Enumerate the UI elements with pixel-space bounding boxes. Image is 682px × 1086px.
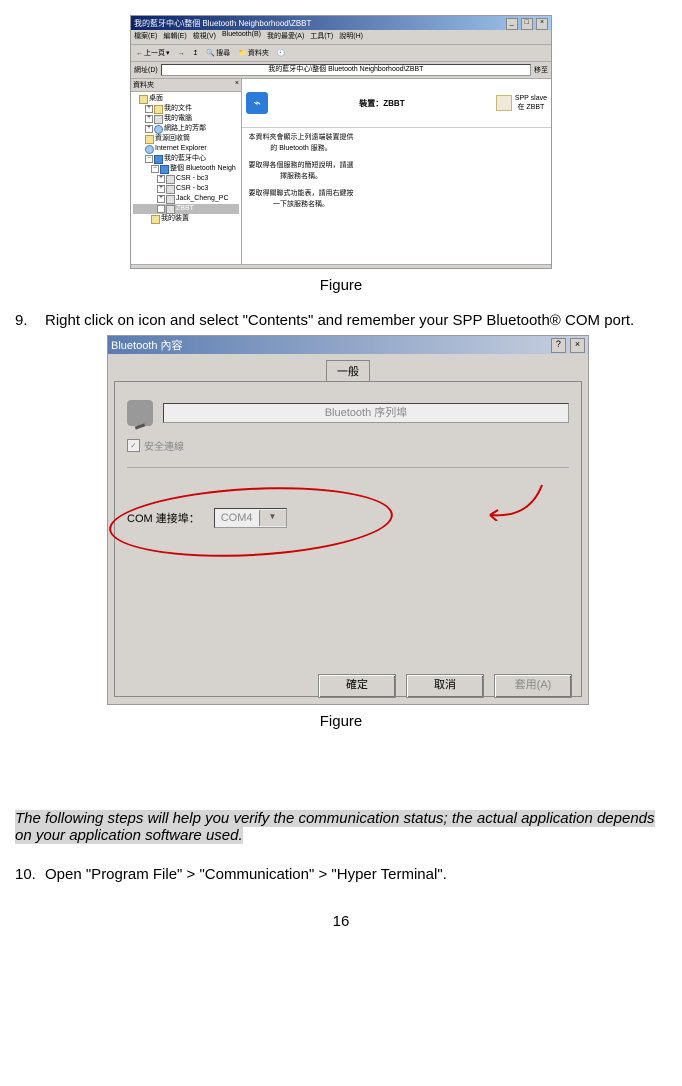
content-panel: ⌁ 裝置：ZBBT SPP slave 在 ZBBT 本資料夾會顯示上列遠端裝置… — [242, 79, 551, 264]
status-bar: 正在連接前使用虛擬 COM 連接埠的 4 到 ZBBT — [131, 264, 551, 269]
step-10-text: Open "Program File" > "Communication" > … — [45, 866, 667, 883]
spp-slave-icon — [496, 95, 512, 111]
tab-row: 一般 — [108, 354, 588, 381]
folders-panel: 資料夾× 桌面 +我的文件 +我的電腦 +網路上的芳鄰 資源回收筒 Intern… — [131, 79, 242, 264]
menu-help[interactable]: 說明(H) — [339, 31, 363, 43]
tree-mycomp[interactable]: +我的電腦 — [133, 114, 239, 124]
address-input[interactable]: 我的藍牙中心\整個 Bluetooth Neighborhood\ZBBT — [161, 64, 531, 76]
dialog-title: Bluetooth 內容 — [111, 337, 183, 353]
address-bar: 網址(D) 我的藍牙中心\整個 Bluetooth Neighborhood\Z… — [131, 62, 551, 79]
dialog-buttons: 確定 取消 套用(A) — [114, 674, 582, 698]
content-header: ⌁ 裝置：ZBBT SPP slave 在 ZBBT — [242, 79, 551, 128]
main-area: 資料夾× 桌面 +我的文件 +我的電腦 +網路上的芳鄰 資源回收筒 Intern… — [131, 79, 551, 264]
tree-network[interactable]: +網路上的芳鄰 — [133, 124, 239, 134]
tree-csr1[interactable]: +CSR - bc3 — [133, 174, 239, 184]
toolbar: ← 上一頁 ▾ → ↥ 🔍 搜尋 📁 資料夾 🕘 — [131, 45, 551, 62]
step-9: 9. Right click on icon and select "Conte… — [15, 312, 667, 329]
tree-csr2[interactable]: +CSR - bc3 — [133, 184, 239, 194]
red-highlight-ellipse — [107, 481, 394, 564]
tree-ie[interactable]: Internet Explorer — [133, 144, 239, 154]
tree-desktop[interactable]: 桌面 — [133, 94, 239, 104]
help-button[interactable]: ? — [551, 338, 566, 353]
bluetooth-icon: ⌁ — [246, 92, 268, 114]
dialog-controls: ? × — [550, 338, 585, 353]
close-button[interactable]: × — [570, 338, 585, 353]
secure-checkbox-label: 安全連線 — [144, 438, 184, 453]
menu-view[interactable]: 檢視(V) — [193, 31, 216, 43]
folders-panel-title: 資料夾× — [131, 79, 241, 92]
step-10-number: 10. — [15, 866, 45, 883]
tree-mydev[interactable]: 我的裝置 — [133, 214, 239, 224]
explorer-window: 我的藍牙中心\整個 Bluetooth Neighborhood\ZBBT _ … — [130, 15, 552, 269]
step-9-number: 9. — [15, 312, 45, 329]
search-button[interactable]: 🔍 搜尋 — [204, 48, 232, 58]
status-text: 正在連接前使用虛擬 COM 連接埠的 4 到 ZBBT — [134, 267, 280, 269]
secure-checkbox-row: ✓ 安全連線 — [127, 438, 569, 453]
window-controls: _ □ × — [505, 17, 548, 30]
content-body: 本資料夾會顯示上列遠端裝置提供的 Bluetooth 服務。 要取得各個服務的簡… — [242, 128, 551, 264]
spp-slave-block[interactable]: SPP slave 在 ZBBT — [496, 95, 547, 112]
menu-fav[interactable]: 我的最愛(A) — [267, 31, 304, 43]
tree-btneigh[interactable]: −整個 Bluetooth Neigh — [133, 164, 239, 174]
name-field-row: Bluetooth 序列埠 — [127, 400, 569, 426]
up-button[interactable]: ↥ — [191, 49, 201, 57]
red-arrow-annotation — [482, 481, 546, 521]
apply-button[interactable]: 套用(A) — [494, 674, 572, 698]
figure-1-screenshot: 我的藍牙中心\整個 Bluetooth Neighborhood\ZBBT _ … — [15, 15, 667, 273]
properties-dialog: Bluetooth 內容 ? × 一般 Bluetooth 序列埠 ✓ 安全連線… — [107, 335, 589, 705]
tree-zbbt[interactable]: +ZBBT — [133, 204, 239, 214]
menu-bar: 檔案(E) 編輯(E) 檢視(V) Bluetooth(B) 我的最愛(A) 工… — [131, 30, 551, 45]
content-text-1: 本資料夾會顯示上列遠端裝置提供的 Bluetooth 服務。 — [246, 132, 356, 154]
window-titlebar: 我的藍牙中心\整個 Bluetooth Neighborhood\ZBBT _ … — [131, 16, 551, 30]
go-button[interactable]: 移至 — [534, 65, 548, 75]
cancel-button[interactable]: 取消 — [406, 674, 484, 698]
content-text-3: 要取得關聯式功能表，請用右鍵按一下該服務名稱。 — [246, 188, 356, 210]
menu-file[interactable]: 檔案(E) — [134, 31, 157, 43]
close-button[interactable]: × — [536, 18, 548, 30]
folder-tree[interactable]: 桌面 +我的文件 +我的電腦 +網路上的芳鄰 資源回收筒 Internet Ex… — [131, 92, 241, 264]
figure-2-caption: Figure — [15, 713, 667, 730]
note-text: The following steps will help you verify… — [15, 810, 655, 844]
address-label: 網址(D) — [134, 65, 158, 75]
menu-edit[interactable]: 編輯(E) — [163, 31, 186, 43]
menu-bluetooth[interactable]: Bluetooth(B) — [222, 31, 261, 43]
minimize-button[interactable]: _ — [506, 18, 518, 30]
secure-checkbox[interactable]: ✓ — [127, 439, 140, 452]
tree-btcenter[interactable]: −我的藍牙中心 — [133, 154, 239, 164]
page-number: 16 — [15, 913, 667, 930]
figure-2-screenshot: Bluetooth 內容 ? × 一般 Bluetooth 序列埠 ✓ 安全連線… — [15, 335, 667, 709]
divider — [127, 467, 569, 468]
ok-button[interactable]: 確定 — [318, 674, 396, 698]
step-10: 10. Open "Program File" > "Communication… — [15, 866, 667, 883]
name-field[interactable]: Bluetooth 序列埠 — [163, 403, 569, 423]
tab-body: Bluetooth 序列埠 ✓ 安全連線 COM 連接埠： COM4 ▼ — [114, 381, 582, 697]
window-title: 我的藍牙中心\整個 Bluetooth Neighborhood\ZBBT — [134, 18, 311, 29]
tree-recycle[interactable]: 資源回收筒 — [133, 134, 239, 144]
pane-close-icon[interactable]: × — [235, 80, 239, 90]
maximize-button[interactable]: □ — [521, 18, 533, 30]
content-text-2: 要取得各個服務的簡短說明，請選擇服務名稱。 — [246, 160, 356, 182]
menu-tools[interactable]: 工具(T) — [310, 31, 333, 43]
tree-mydocs[interactable]: +我的文件 — [133, 104, 239, 114]
figure-1-caption: Figure — [15, 277, 667, 294]
device-info: 裝置：ZBBT — [274, 98, 490, 109]
folders-button[interactable]: 📁 資料夾 — [236, 48, 271, 58]
step-9-text: Right click on icon and select "Contents… — [45, 312, 667, 329]
fwd-button[interactable]: → — [176, 50, 187, 57]
back-button[interactable]: ← 上一頁 ▾ — [134, 48, 172, 58]
note-block: The following steps will help you verify… — [15, 810, 667, 844]
dialog-titlebar: Bluetooth 內容 ? × — [108, 336, 588, 354]
tab-general[interactable]: 一般 — [326, 360, 370, 381]
serial-port-icon — [127, 400, 153, 426]
history-button[interactable]: 🕘 — [275, 49, 288, 57]
tree-jack[interactable]: +Jack_Cheng_PC — [133, 194, 239, 204]
